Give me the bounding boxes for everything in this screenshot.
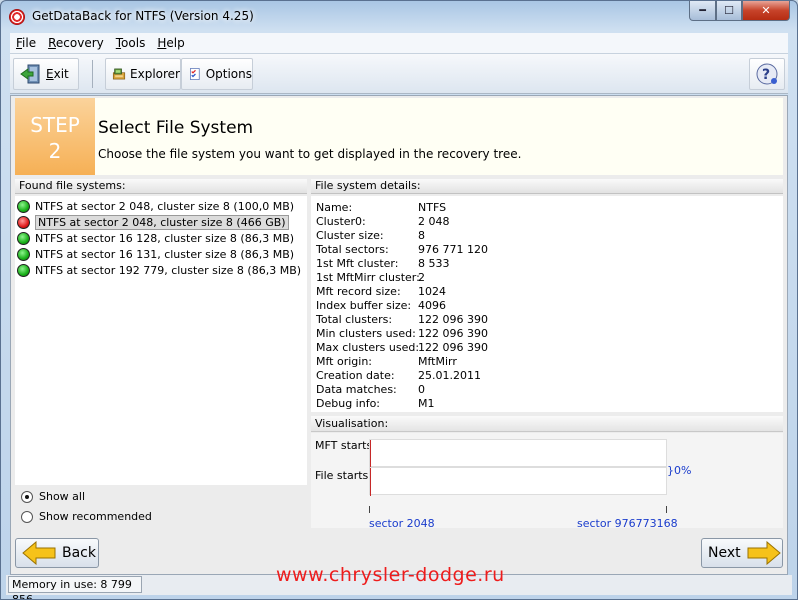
help-button[interactable]: ? [749, 58, 785, 90]
arrow-left-icon [22, 541, 56, 565]
back-button[interactable]: Back [15, 538, 99, 568]
show-recommended-radio[interactable]: Show recommended [21, 510, 152, 523]
menu-recovery[interactable]: Recovery [48, 36, 104, 50]
maximize-button[interactable]: ☐ [716, 1, 742, 21]
visualisation-panel: MFT starts: File starts: }0% sector 2048… [311, 433, 783, 530]
radio-checked-icon [21, 490, 33, 503]
list-item[interactable]: NTFS at sector 2 048, cluster size 8 (10… [17, 198, 294, 214]
visualisation-heading: Visualisation: [311, 416, 783, 432]
svg-text:?: ? [762, 67, 770, 83]
help-question-icon: ? [756, 63, 778, 85]
memory-status: Memory in use: 8 799 856 [8, 576, 142, 599]
mft-starts-bar [369, 439, 667, 468]
menu-help[interactable]: Help [157, 36, 184, 50]
file-starts-bar [369, 467, 667, 496]
visualisation-percent: }0% [667, 464, 692, 477]
options-button[interactable]: Options [181, 58, 253, 90]
maximize-icon: ☐ [724, 4, 734, 17]
step-header: Select File System Choose the file syste… [95, 98, 783, 175]
watermark-text: www.chrysler-dodge.ru [276, 564, 505, 586]
close-button[interactable]: ✕ [742, 1, 790, 21]
exit-button[interactable]: Exit [13, 58, 79, 90]
file-system-details-heading: File system details: [311, 179, 783, 194]
toolbar-separator [92, 60, 93, 88]
exit-door-icon [20, 64, 40, 84]
status-red-icon [17, 215, 30, 229]
title-bar[interactable]: GetDataBack for NTFS (Version 4.25) ━ ☐ … [1, 1, 797, 32]
radio-unchecked-icon [21, 510, 33, 523]
menu-file[interactable]: File [16, 36, 36, 50]
status-green-icon [17, 199, 30, 213]
file-system-details: Name: NTFS Cluster0: 2 048 Cluster size: 8 … [311, 196, 783, 412]
explorer-button[interactable]: Explorer [105, 58, 181, 90]
file-starts-label: File starts: [315, 469, 372, 482]
status-green-icon [17, 263, 30, 277]
list-item[interactable]: NTFS at sector 192 779, cluster size 8 (… [17, 262, 301, 278]
filter-radio-group: Show all Show recommended [15, 486, 307, 528]
status-green-icon [17, 247, 30, 261]
window-title: GetDataBack for NTFS (Version 4.25) [32, 9, 254, 23]
axis-start-tick [369, 506, 370, 513]
list-item[interactable]: NTFS at sector 16 131, cluster size 8 (8… [17, 246, 294, 262]
app-window: GetDataBack for NTFS (Version 4.25) ━ ☐ … [0, 0, 798, 600]
menu-bar: File Recovery Tools Help [10, 33, 788, 53]
wizard-client-area: STEP 2 Select File System Choose the fil… [10, 95, 788, 575]
axis-end-label: sector 976773168 [577, 517, 678, 530]
step-badge: STEP 2 [15, 98, 95, 175]
list-item-selected[interactable]: NTFS at sector 2 048, cluster size 8 (46… [17, 214, 289, 230]
step-description: Choose the file system you want to get d… [98, 147, 522, 161]
menu-tools[interactable]: Tools [116, 36, 146, 50]
axis-end-tick [666, 506, 667, 513]
minimize-button[interactable]: ━ [689, 1, 716, 21]
show-all-radio[interactable]: Show all [21, 490, 85, 503]
found-file-systems-heading: Found file systems: [15, 179, 307, 194]
list-item[interactable]: NTFS at sector 16 128, cluster size 8 (8… [17, 230, 294, 246]
next-button[interactable]: Next [701, 538, 783, 568]
explorer-computer-icon [112, 68, 126, 80]
toolbar: Exit Explorer Options ? [10, 53, 788, 94]
step-title: Select File System [98, 118, 254, 138]
close-icon: ✕ [761, 4, 771, 17]
minimize-icon: ━ [699, 4, 706, 17]
mft-starts-label: MFT starts: [315, 439, 376, 452]
arrow-right-icon [747, 541, 781, 565]
file-system-list[interactable]: NTFS at sector 2 048, cluster size 8 (10… [15, 196, 307, 485]
axis-start-label: sector 2048 [369, 517, 435, 530]
options-checklist-icon [190, 68, 200, 80]
status-green-icon [17, 231, 30, 245]
lifebuoy-icon[interactable] [9, 9, 25, 25]
